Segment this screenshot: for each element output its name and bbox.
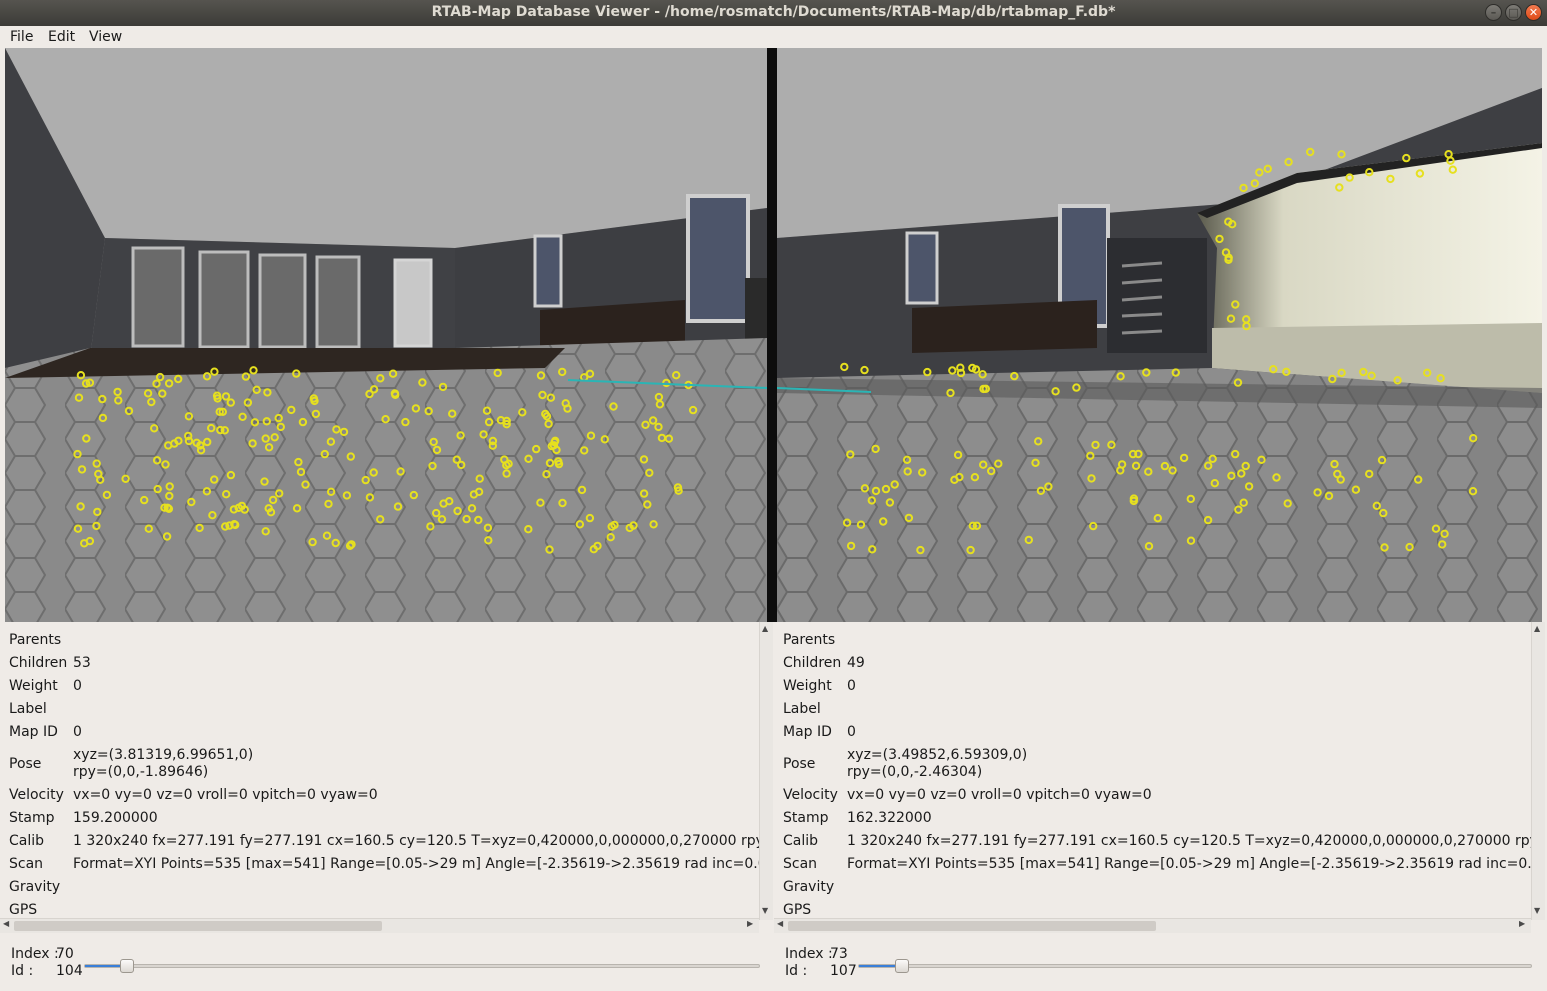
scroll-left-icon[interactable]: ◀ [777,919,783,928]
label-calib: Calib [9,833,45,849]
right-slider-handle[interactable] [895,959,909,973]
menu-edit[interactable]: Edit [48,29,75,45]
close-button[interactable]: ✕ [1525,4,1542,21]
scroll-up-icon[interactable]: ▲ [762,624,768,633]
label-parents: Parents [9,632,62,648]
value-scan: Format=XYI Points=535 [max=541] Range=[0… [847,856,1534,872]
left-info-vscrollbar[interactable]: ▲ ▼ [759,622,773,920]
right-image-view[interactable] [777,48,1542,622]
scroll-up-icon[interactable]: ▲ [1534,624,1540,633]
value-velocity: vx=0 vy=0 vz=0 vroll=0 vpitch=0 vyaw=0 [847,787,1152,803]
label-gps: GPS [9,902,38,918]
scroll-down-icon[interactable]: ▼ [762,906,768,915]
label-pose: Pose [783,756,816,772]
left-slider-handle[interactable] [120,959,134,973]
left-scene [5,48,767,622]
value-weight: 0 [73,678,82,694]
label-label: Label [9,701,47,717]
left-index-value: 70 [56,946,74,962]
label-children: Children [9,655,68,671]
label-scan: Scan [783,856,818,872]
label-label: Label [783,701,821,717]
label-stamp: Stamp [783,810,829,826]
left-index-slider[interactable] [84,964,760,968]
label-weight: Weight [9,678,58,694]
value-calib: 1 320x240 fx=277.191 fy=277.191 cx=160.5… [847,833,1534,849]
value-weight: 0 [847,678,856,694]
window-title: RTAB-Map Database Viewer - /home/rosmatc… [431,4,1116,20]
label-scan: Scan [9,856,44,872]
scroll-left-icon[interactable]: ◀ [3,919,9,928]
right-scene [777,48,1542,622]
label-stamp: Stamp [9,810,55,826]
scroll-right-icon[interactable]: ▶ [1519,919,1525,928]
left-id-value: 104 [56,963,83,979]
label-velocity: Velocity [9,787,64,803]
value-pose-xyz: xyz=(3.49852,6.59309,0) [847,747,1028,763]
right-index-slider[interactable] [858,964,1532,968]
value-pose-rpy: rpy=(0,0,-1.89646) [73,764,209,780]
right-id-value: 107 [830,963,857,979]
label-velocity: Velocity [783,787,838,803]
right-hscroll-thumb[interactable] [788,921,1156,931]
right-index-label: Index : [785,946,833,962]
value-children: 49 [847,655,865,671]
maximize-button[interactable]: □ [1505,4,1522,21]
left-info-panel: Parents Children 53 Weight 0 Label Map ID 0… [0,622,760,932]
left-index-label: Index : [11,946,59,962]
menu-view[interactable]: View [89,29,122,45]
left-hscroll-thumb[interactable] [14,921,382,931]
label-weight: Weight [783,678,832,694]
left-id-label: Id : [11,963,34,979]
right-id-label: Id : [785,963,808,979]
label-children: Children [783,655,842,671]
minimize-button[interactable]: – [1485,4,1502,21]
menu-bar: File Edit View [0,26,1547,48]
label-gravity: Gravity [783,879,835,895]
view-separator [767,48,777,622]
value-pose: xyz=(3.81319,6.99651,0) rpy=(0,0,-1.89646… [73,747,253,781]
left-info-hscrollbar[interactable]: ◀ ▶ [0,918,759,933]
value-pose-rpy: rpy=(0,0,-2.46304) [847,764,983,780]
label-mapid: Map ID [783,724,832,740]
label-gravity: Gravity [9,879,61,895]
right-index-value: 73 [830,946,848,962]
label-parents: Parents [783,632,836,648]
title-bar: RTAB-Map Database Viewer - /home/rosmatc… [0,0,1547,26]
label-calib: Calib [783,833,819,849]
value-velocity: vx=0 vy=0 vz=0 vroll=0 vpitch=0 vyaw=0 [73,787,378,803]
left-image-view[interactable] [5,48,767,622]
value-pose: xyz=(3.49852,6.59309,0) rpy=(0,0,-2.46304… [847,747,1027,781]
value-mapid: 0 [73,724,82,740]
scroll-down-icon[interactable]: ▼ [1534,906,1540,915]
right-info-panel: Parents Children 49 Weight 0 Label Map ID 0… [774,622,1534,932]
right-info-vscrollbar[interactable]: ▲ ▼ [1531,622,1545,920]
scroll-right-icon[interactable]: ▶ [747,919,753,928]
value-mapid: 0 [847,724,856,740]
value-scan: Format=XYI Points=535 [max=541] Range=[0… [73,856,760,872]
label-gps: GPS [783,902,812,918]
value-pose-xyz: xyz=(3.81319,6.99651,0) [73,747,254,763]
value-calib: 1 320x240 fx=277.191 fy=277.191 cx=160.5… [73,833,760,849]
value-stamp: 159.200000 [73,810,158,826]
value-stamp: 162.322000 [847,810,932,826]
right-info-hscrollbar[interactable]: ◀ ▶ [774,918,1531,933]
label-mapid: Map ID [9,724,58,740]
label-pose: Pose [9,756,42,772]
menu-file[interactable]: File [10,29,33,45]
value-children: 53 [73,655,91,671]
